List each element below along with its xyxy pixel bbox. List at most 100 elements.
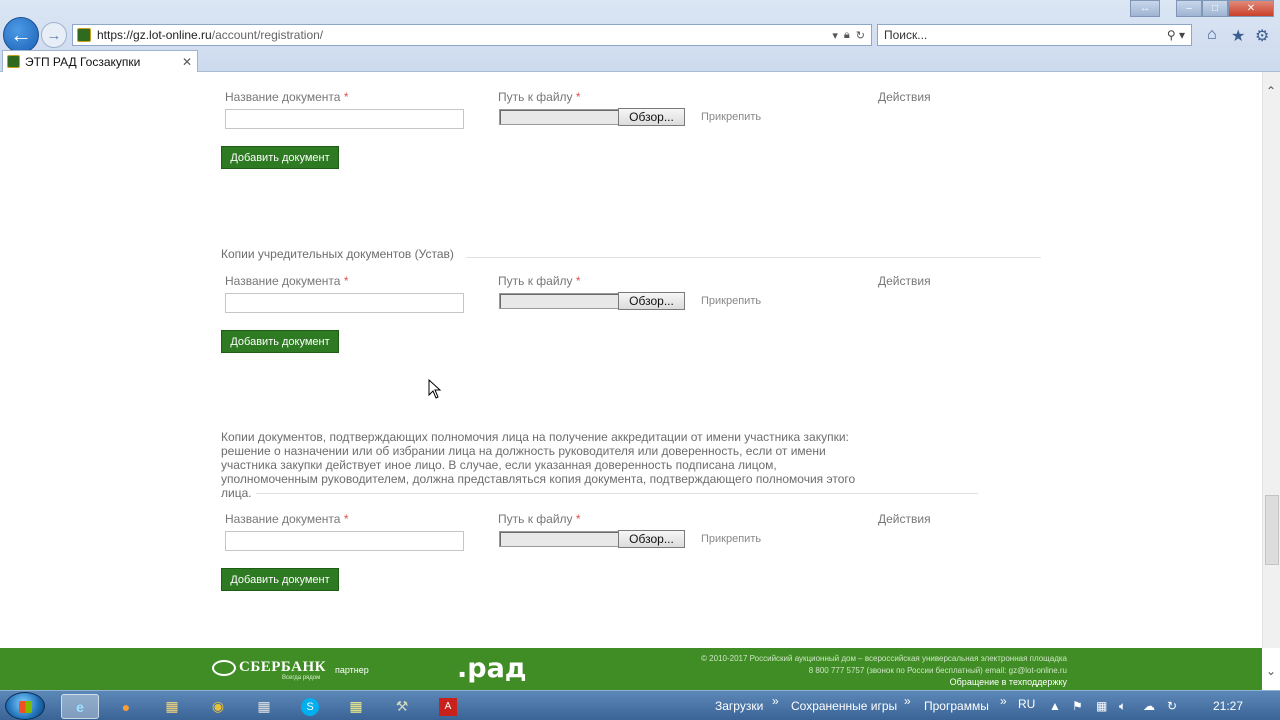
- volume-icon[interactable]: 🔈︎: [1119, 699, 1126, 714]
- doc-name-input[interactable]: [225, 293, 464, 313]
- taskbar-calculator[interactable]: ▦: [245, 694, 283, 719]
- restore-arrows-button[interactable]: ↔: [1130, 0, 1160, 17]
- network-icon[interactable]: ▦: [1096, 699, 1107, 713]
- back-button[interactable]: ←: [3, 17, 39, 53]
- tools-icon: ⚒: [395, 698, 409, 714]
- start-button[interactable]: [5, 692, 45, 720]
- refresh-icon[interactable]: ↻: [856, 29, 865, 42]
- toolbar-downloads[interactable]: Загрузки: [715, 699, 763, 713]
- toolbar-programs[interactable]: Программы: [924, 699, 989, 713]
- doc-name-input[interactable]: [225, 531, 464, 551]
- search-input[interactable]: Поиск... ⚲ ▾: [877, 24, 1192, 46]
- attach-link[interactable]: Прикрепить: [701, 111, 761, 123]
- file-path-label: Путь к файлу *: [498, 274, 581, 288]
- windows-taskbar: e ● ▦ ◉ ▦ S ▦ ⚒ A Загрузки » Сохраненные…: [0, 690, 1280, 720]
- doc-name-label: Название документа *: [225, 274, 349, 288]
- actions-label: Действия: [878, 274, 931, 288]
- chrome-icon: ◉: [211, 698, 225, 714]
- browse-button[interactable]: Обзор...: [618, 292, 685, 310]
- chevron-right-icon[interactable]: »: [1000, 694, 1007, 708]
- copyright-text: © 2010-2017 Российский аукционный дом – …: [701, 654, 1067, 663]
- section-title-line: уполномоченным руководителем, должна пре…: [221, 472, 856, 486]
- chevron-right-icon[interactable]: »: [772, 694, 779, 708]
- settings-gear-icon[interactable]: ⚙: [1255, 26, 1269, 46]
- taskbar-chrome[interactable]: ◉: [199, 694, 237, 719]
- doc-name-input[interactable]: [225, 109, 464, 129]
- file-path-input[interactable]: [499, 109, 618, 125]
- taskbar-acrobat[interactable]: A: [429, 694, 467, 719]
- file-path-label: Путь к файлу *: [498, 512, 581, 526]
- dropdown-icon[interactable]: ▾: [832, 29, 838, 42]
- vertical-scrollbar[interactable]: ⌃ ⌄: [1262, 72, 1280, 678]
- contacts-text: 8 800 777 5757 (звонок по России бесплат…: [808, 666, 1067, 675]
- browse-button[interactable]: Обзор...: [618, 530, 685, 548]
- taskbar-tools[interactable]: ⚒: [383, 694, 421, 719]
- maximize-button[interactable]: □: [1202, 0, 1228, 17]
- add-document-button[interactable]: Добавить документ: [221, 146, 339, 169]
- cloud-upload-icon[interactable]: ☁: [1143, 699, 1155, 713]
- file-path-input[interactable]: [499, 531, 618, 547]
- page-content: Название документа * Путь к файлу * Дейс…: [0, 72, 1262, 648]
- action-center-flag-icon[interactable]: ⚑: [1072, 699, 1083, 713]
- scroll-up-icon[interactable]: ⌃: [1266, 84, 1276, 98]
- add-document-button[interactable]: Добавить документ: [221, 330, 339, 353]
- home-icon[interactable]: ⌂: [1207, 26, 1217, 44]
- browser-tab[interactable]: ЭТП РАД Госзакупки ✕: [2, 50, 198, 72]
- firefox-icon: ●: [121, 698, 131, 715]
- minimize-icon: –: [1186, 3, 1192, 14]
- doc-name-label: Название документа *: [225, 512, 349, 526]
- doc-name-label: Название документа *: [225, 90, 349, 104]
- clock-time[interactable]: 21:27: [1213, 699, 1243, 713]
- scroll-down-icon[interactable]: ⌄: [1266, 664, 1276, 678]
- resize-arrows-icon: ↔: [1140, 3, 1150, 14]
- section-title: Копии документов, подтверждающих полномо…: [221, 430, 901, 500]
- taskbar-notes[interactable]: ▦: [337, 694, 375, 719]
- sberbank-logo[interactable]: СБЕРБАНК: [212, 659, 326, 676]
- minimize-button[interactable]: –: [1176, 0, 1202, 17]
- taskbar-skype[interactable]: S: [291, 694, 329, 719]
- file-path-input[interactable]: [499, 293, 618, 309]
- favorites-star-icon[interactable]: ★: [1231, 26, 1245, 46]
- attach-link[interactable]: Прикрепить: [701, 295, 761, 307]
- partner-label: партнер: [335, 665, 369, 675]
- actions-label: Действия: [878, 90, 931, 104]
- taskbar-firefox[interactable]: ●: [107, 694, 145, 719]
- close-window-button[interactable]: ✕: [1228, 0, 1274, 17]
- site-favicon-icon: [77, 28, 91, 42]
- sync-icon[interactable]: ↻: [1167, 699, 1177, 713]
- folder-icon: ▦: [165, 698, 179, 714]
- toolbar-saved-games[interactable]: Сохраненные игры: [791, 699, 897, 713]
- forward-button[interactable]: →: [41, 22, 67, 48]
- sberbank-mark-icon: [212, 659, 236, 676]
- address-bar[interactable]: https://gz.lot-online.ru/account/registr…: [72, 24, 872, 46]
- search-icon[interactable]: ⚲ ▾: [1167, 28, 1185, 42]
- maximize-icon: □: [1211, 3, 1219, 14]
- section-title-line: участника закупки действует иное лицо. В…: [221, 458, 777, 472]
- search-placeholder: Поиск...: [884, 28, 928, 42]
- tab-close-icon[interactable]: ✕: [182, 55, 192, 69]
- site-footer: СБЕРБАНК Всегда рядом партнер .рад © 201…: [0, 648, 1262, 690]
- url-text[interactable]: https://gz.lot-online.ru/account/registr…: [97, 28, 832, 42]
- attach-link[interactable]: Прикрепить: [701, 533, 761, 545]
- tray-expand-icon[interactable]: ▲: [1049, 699, 1061, 713]
- support-link[interactable]: Обращение в техподдержку: [950, 677, 1067, 687]
- sberbank-name: СБЕРБАНК: [239, 659, 327, 675]
- arrow-right-icon: →: [46, 26, 62, 44]
- acrobat-icon: A: [439, 697, 457, 716]
- taskbar-ie[interactable]: e: [61, 694, 99, 719]
- arrow-left-icon: ←: [10, 22, 32, 47]
- add-document-button[interactable]: Добавить документ: [221, 568, 339, 591]
- lock-icon[interactable]: 🔒︎: [844, 29, 850, 42]
- section-divider: [256, 493, 978, 494]
- calculator-icon: ▦: [257, 698, 271, 714]
- windows-logo-icon: [19, 701, 32, 713]
- rad-logo[interactable]: .рад: [457, 653, 527, 684]
- tab-favicon-icon: [7, 55, 20, 68]
- taskbar-explorer[interactable]: ▦: [153, 694, 191, 719]
- browse-button[interactable]: Обзор...: [618, 108, 685, 126]
- language-indicator[interactable]: RU: [1018, 697, 1035, 711]
- scroll-thumb[interactable]: [1265, 495, 1279, 565]
- notes-icon: ▦: [349, 698, 363, 714]
- browser-toolbar: ← → https://gz.lot-online.ru/account/reg…: [0, 0, 1280, 72]
- chevron-right-icon[interactable]: »: [904, 694, 911, 708]
